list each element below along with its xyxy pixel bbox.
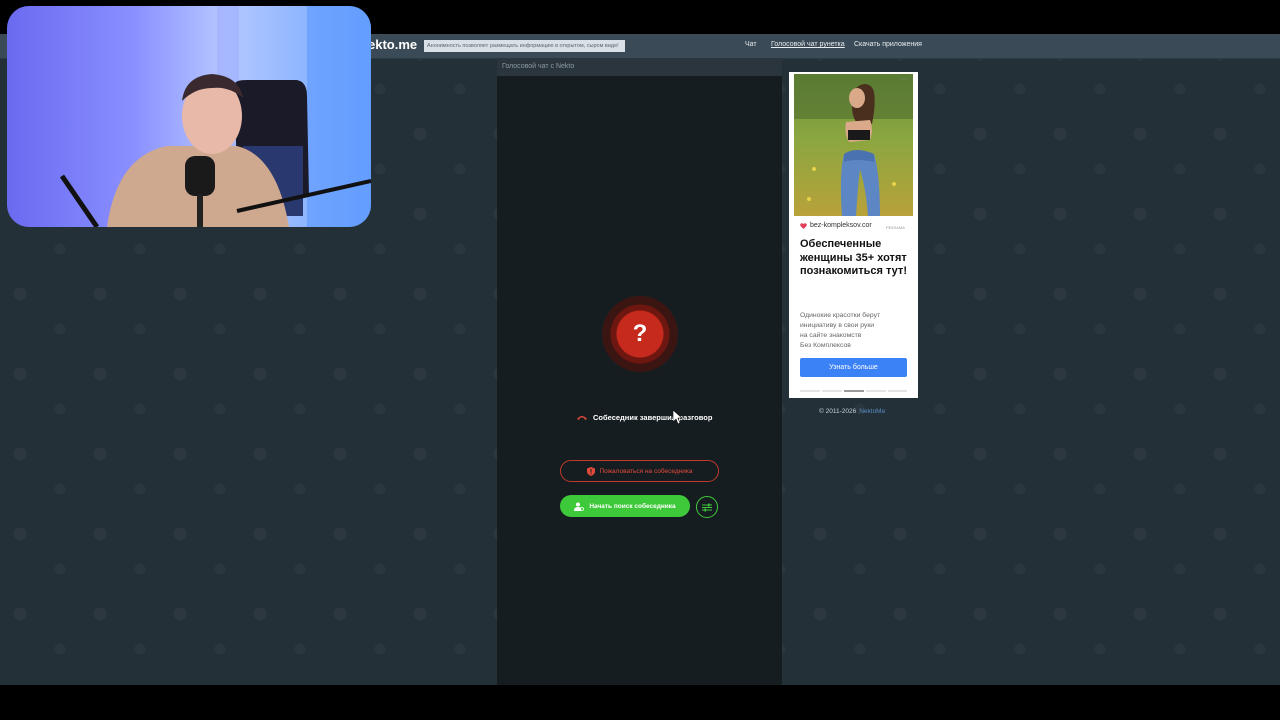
- call-ended-message: Собеседник завершил разговор: [576, 413, 712, 422]
- report-user-button[interactable]: Пожаловаться на собеседника: [560, 460, 719, 482]
- heart-icon: [800, 222, 807, 229]
- ad-options-icon[interactable]: ···: [900, 75, 908, 84]
- ad-slide-indicator: [800, 390, 907, 392]
- ad-source[interactable]: bez-kompleksov.cor: [800, 222, 872, 229]
- ad-description: Одинокие красотки берут инициативу в сво…: [800, 312, 881, 349]
- chat-panel-header: Голосовой чат с Nekto: [497, 58, 782, 76]
- streamer-webcam-overlay: [7, 6, 371, 227]
- report-user-label: Пожаловаться на собеседника: [599, 467, 693, 475]
- user-search-icon: [574, 502, 585, 511]
- info-banner: Анонимность позволяет размещать информац…: [424, 40, 625, 52]
- start-search-label: Начать поиск собеседника: [589, 502, 676, 510]
- call-status-indicator: ?: [602, 296, 678, 372]
- mouse-cursor-icon: [673, 410, 683, 424]
- footer-copyright: © 2011-2026 NektoMe: [819, 408, 885, 415]
- search-settings-button[interactable]: [696, 496, 718, 518]
- question-mark-icon: ?: [632, 320, 648, 347]
- nav-link-voice-chat[interactable]: Голосовой чат рунетка: [771, 41, 845, 48]
- ad-learn-more-button[interactable]: Узнать больше: [800, 358, 907, 377]
- nav-link-chat[interactable]: Чат: [745, 41, 757, 48]
- copyright-text: © 2011-2026: [819, 408, 857, 415]
- call-ended-text: Собеседник завершил разговор: [593, 413, 713, 422]
- site-logo[interactable]: ekto.me: [368, 37, 417, 52]
- sliders-icon: [702, 503, 712, 511]
- footer-link[interactable]: NektoMe: [859, 408, 885, 415]
- ad-title[interactable]: Обеспеченные женщины 35+ хотят познакоми…: [800, 238, 912, 279]
- ad-photo[interactable]: ···: [794, 74, 913, 216]
- shield-icon: [586, 466, 595, 476]
- nav-link-download-apps[interactable]: Скачать приложения: [854, 41, 922, 48]
- ad-tag: РЕКЛАМА: [886, 225, 905, 230]
- ad-source-domain: bez-kompleksov.cor: [810, 222, 872, 229]
- ad-banner[interactable]: ··· bez-kompleksov.cor РЕКЛАМА Обеспечен…: [789, 72, 918, 398]
- start-search-button[interactable]: Начать поиск собеседника: [560, 495, 690, 517]
- hang-up-icon: [577, 416, 587, 420]
- voice-chat-panel: Голосовой чат с Nekto ? Собеседник завер…: [497, 58, 782, 685]
